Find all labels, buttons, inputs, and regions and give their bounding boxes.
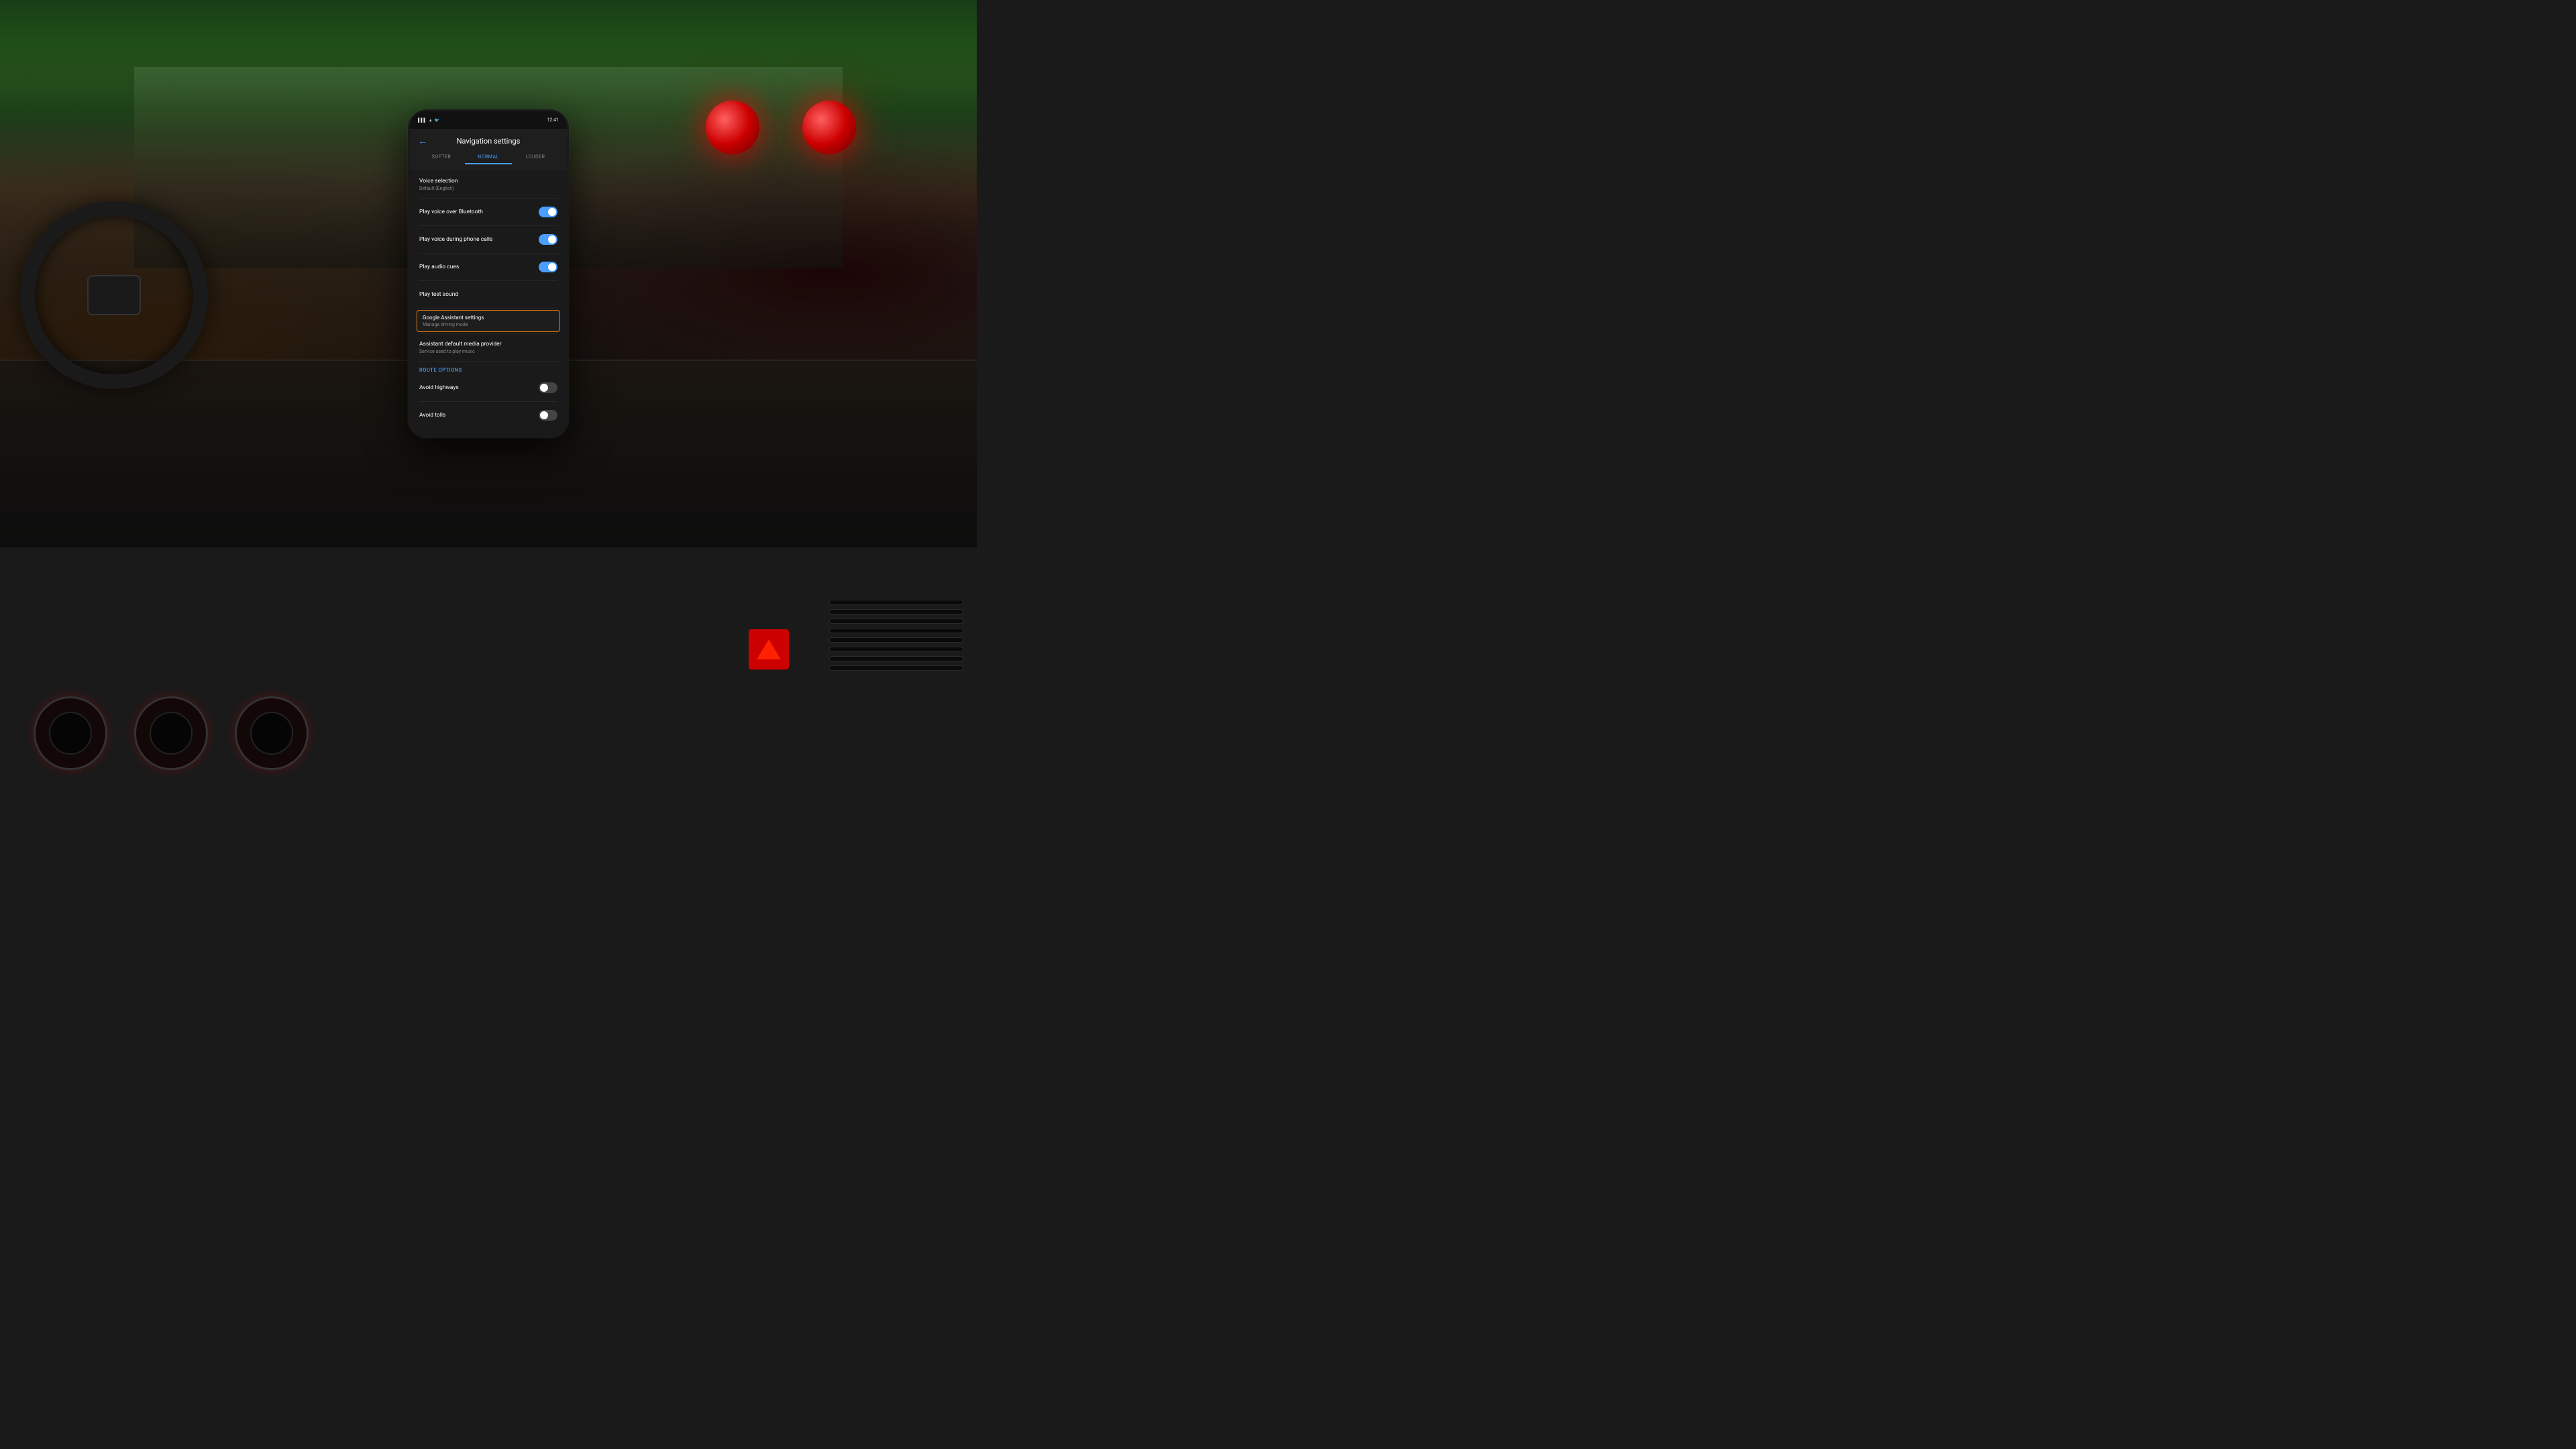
twitter-icon: 🐦 (435, 118, 439, 123)
traffic-light-right (802, 101, 856, 154)
setting-label: Avoid tolls (419, 412, 539, 419)
vent-slot (829, 619, 963, 624)
setting-play-voice-bluetooth[interactable]: Play voice over Bluetooth (410, 200, 567, 224)
vent-slot (829, 665, 963, 671)
setting-label: Avoid highways (419, 384, 539, 392)
speedometer-gauge (34, 696, 107, 770)
divider (419, 280, 557, 281)
phone-device: ▌▌▌ ▲ 🐦 12:41 ← Navigation settings SOFT… (408, 109, 569, 438)
route-options-header: Route options (410, 363, 567, 376)
air-vents (829, 596, 963, 675)
setting-label: Play audio cues (419, 264, 539, 271)
divider (419, 198, 557, 199)
setting-play-voice-calls[interactable]: Play voice during phone calls (410, 227, 567, 252)
hazard-button[interactable] (749, 629, 789, 669)
divider (419, 361, 557, 362)
setting-text: Avoid highways (419, 384, 539, 392)
setting-label: Assistant default media provider (419, 341, 557, 348)
tab-louder[interactable]: LOUDER (512, 151, 559, 164)
steering-wheel-center (87, 275, 141, 315)
divider (419, 401, 557, 402)
left-status-icons: ▌▌▌ ▲ 🐦 (418, 118, 439, 123)
page-title: Navigation settings (433, 137, 544, 146)
gauges-area (34, 696, 309, 770)
divider (419, 253, 557, 254)
vent-slot (829, 600, 963, 605)
setting-label: Play test sound (419, 291, 557, 299)
temp-gauge (235, 696, 309, 770)
setting-text: Play voice during phone calls (419, 236, 539, 244)
rpm-gauge (134, 696, 208, 770)
setting-text: Play test sound (419, 291, 557, 299)
hazard-triangle-icon (757, 639, 781, 659)
toggle-play-voice-calls[interactable] (539, 234, 557, 245)
setting-sublabel: Manage driving mode (423, 322, 554, 327)
settings-list: Voice selection Default (English) Play v… (410, 170, 567, 422)
steering-wheel (20, 201, 208, 389)
setting-google-assistant[interactable]: Google Assistant settings Manage driving… (417, 310, 560, 332)
setting-avoid-highways[interactable]: Avoid highways (410, 376, 567, 400)
setting-label: Google Assistant settings (423, 315, 554, 321)
traffic-lights (686, 101, 876, 157)
setting-text: Play audio cues (419, 264, 539, 271)
toggle-play-audio-cues[interactable] (539, 262, 557, 272)
signal-icon: ▌▌▌ (418, 118, 427, 123)
phone-screen: ← Navigation settings SOFTER NORMAL LOUD… (410, 129, 567, 436)
setting-play-test-sound[interactable]: Play test sound (410, 282, 567, 307)
divider (419, 308, 557, 309)
toggle-play-voice-bluetooth[interactable] (539, 207, 557, 217)
setting-assistant-media[interactable]: Assistant default media provider Service… (410, 335, 567, 360)
nav-header: ← Navigation settings (410, 129, 567, 151)
setting-text: Avoid tolls (419, 412, 539, 419)
vent-slot (829, 609, 963, 614)
clock: 12:41 (547, 117, 559, 123)
vent-slot (829, 656, 963, 661)
setting-sublabel: Default (English) (419, 186, 557, 191)
setting-avoid-tolls[interactable]: Avoid tolls (410, 403, 567, 422)
setting-label: Play voice during phone calls (419, 236, 539, 244)
toggle-avoid-tolls[interactable] (539, 410, 557, 421)
smartphone: ▌▌▌ ▲ 🐦 12:41 ← Navigation settings SOFT… (408, 109, 569, 438)
traffic-light-left (706, 101, 759, 154)
setting-sublabel: Service used to play music (419, 349, 557, 354)
status-bar: ▌▌▌ ▲ 🐦 12:41 (410, 111, 567, 129)
tab-normal[interactable]: NORMAL (465, 151, 512, 164)
setting-label: Play voice over Bluetooth (419, 209, 539, 216)
setting-label: Voice selection (419, 178, 557, 185)
divider (419, 225, 557, 226)
tab-softer[interactable]: SOFTER (418, 151, 465, 164)
volume-tabs: SOFTER NORMAL LOUDER (410, 151, 567, 170)
vent-slot (829, 647, 963, 652)
setting-text: Assistant default media provider Service… (419, 341, 557, 354)
wifi-icon: ▲ (429, 118, 433, 123)
toggle-avoid-highways[interactable] (539, 382, 557, 393)
divider (419, 333, 557, 334)
vent-slot (829, 637, 963, 643)
setting-text: Voice selection Default (English) (419, 178, 557, 191)
setting-text: Play voice over Bluetooth (419, 209, 539, 216)
back-button[interactable]: ← (418, 136, 427, 147)
setting-voice-selection[interactable]: Voice selection Default (English) (410, 172, 567, 197)
vent-slot (829, 628, 963, 633)
setting-play-audio-cues[interactable]: Play audio cues (410, 255, 567, 279)
